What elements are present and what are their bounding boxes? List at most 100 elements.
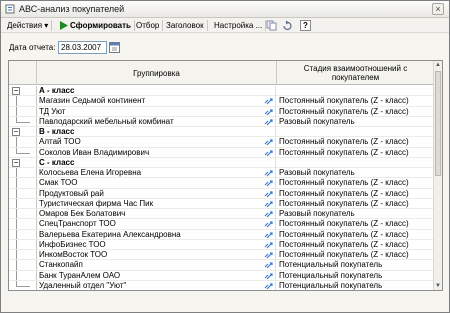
customer-name-cell: Банк ТуранАлем ОАО <box>37 270 276 281</box>
table-row[interactable]: Алтай ТОО Постоянный покупатель (Z - клас… <box>9 137 435 148</box>
customer-name-cell: Станкопайп <box>37 260 276 271</box>
stage-cell <box>277 86 435 96</box>
scroll-down-icon[interactable]: ▼ <box>434 282 442 290</box>
table-row[interactable]: Колосьева Елена Игоревна Разовый покупате… <box>9 168 435 179</box>
stage-cell: Разовый покупатель <box>279 209 355 218</box>
customer-name-cell: Павлодарский мебельный комбинат <box>37 116 276 127</box>
link-icon[interactable] <box>264 200 274 208</box>
stage-cell: Постоянный покупатель (Z - класс) <box>279 137 409 147</box>
table-row[interactable]: СпецТранспорт ТОО Постоянный покупатель (… <box>9 219 435 230</box>
column-header-stage[interactable]: Стадия взаимоотношений с покупателем <box>277 61 435 85</box>
stage-cell: Постоянный покупатель (Z - класс) <box>279 198 409 208</box>
link-icon[interactable] <box>264 220 274 228</box>
report-window: АВС-анализ покупателей × Действия ▾ Сфор… <box>0 0 450 313</box>
chevron-down-icon: ▾ <box>42 21 49 30</box>
stage-cell: Разовый покупатель <box>279 168 355 177</box>
table-row[interactable]: ТД Уют Постоянный покупатель (Z - класс) <box>9 106 435 117</box>
customer-name-cell: Алтай ТОО <box>37 137 276 148</box>
customer-name-cell: ИнкомВосток ТОО <box>37 250 276 260</box>
window-title: АВС-анализ покупателей <box>19 4 125 14</box>
link-icon[interactable] <box>264 282 274 290</box>
link-icon[interactable] <box>264 97 274 105</box>
stage-cell: Постоянный покупатель (Z - класс) <box>279 250 409 259</box>
group-name-cell: В - класс <box>37 127 276 137</box>
customer-name-cell: ИнфоБизнес ТОО <box>37 239 276 250</box>
close-button[interactable]: × <box>432 3 444 15</box>
settings-button[interactable]: Настройка ... <box>214 20 267 31</box>
stage-cell: Постоянный покупатель (Z - класс) <box>279 188 409 198</box>
link-icon[interactable] <box>264 118 274 126</box>
link-icon[interactable] <box>264 169 274 177</box>
link-icon[interactable] <box>264 108 274 116</box>
link-icon[interactable] <box>264 251 274 259</box>
table-row[interactable]: Удаленный отдел "Уют" Потенциальный покуп… <box>9 280 435 290</box>
link-icon[interactable] <box>264 179 274 187</box>
scroll-up-icon[interactable]: ▲ <box>434 61 442 69</box>
link-icon[interactable] <box>264 210 274 218</box>
vertical-scrollbar[interactable]: ▲ ▼ <box>433 61 442 290</box>
link-icon[interactable] <box>264 231 274 239</box>
customer-name-cell: Колосьева Елена Игоревна <box>37 168 276 178</box>
play-arrow-icon[interactable] <box>58 20 69 31</box>
customer-name-cell: ТД Уют <box>37 106 276 117</box>
report-date-input[interactable]: 28.03.2007 <box>58 41 107 54</box>
customer-name-cell: Смак ТОО <box>37 178 276 189</box>
table-row[interactable]: Валерьева Екатерина Александровна Постоян… <box>9 229 435 240</box>
selection-button[interactable]: Отбор <box>136 20 164 31</box>
link-icon[interactable] <box>264 261 274 269</box>
table-row[interactable]: Омаров Бек Болатович Разовый покупатель <box>9 209 435 220</box>
customer-name-cell: Омаров Бек Болатович <box>37 209 276 219</box>
header-button[interactable]: Заголовок <box>166 20 208 31</box>
table-row[interactable]: Соколов Иван Владимирович Постоянный поку… <box>9 147 435 158</box>
stage-cell: Постоянный покупатель (Z - класс) <box>279 219 409 229</box>
stage-cell: Потенциальный покупатель <box>279 280 383 290</box>
table-row[interactable]: Станкопайп Потенциальный покупатель <box>9 260 435 271</box>
column-header-grouping[interactable]: Группировка <box>37 61 277 85</box>
stage-cell: Постоянный покупатель (Z - класс) <box>279 178 409 188</box>
report-table[interactable]: Группировка Стадия взаимоотношений с пок… <box>8 60 443 291</box>
group-row[interactable]: А - класс <box>9 86 435 97</box>
refresh-icon[interactable] <box>282 20 293 31</box>
table-row[interactable]: ИнкомВосток ТОО Постоянный покупатель (Z … <box>9 250 435 261</box>
title-bar: АВС-анализ покупателей × <box>1 1 449 18</box>
report-date-label: Дата отчета: <box>9 43 56 52</box>
stage-cell: Постоянный покупатель (Z - класс) <box>279 147 409 157</box>
customer-name-cell: Удаленный отдел "Уют" <box>37 280 276 290</box>
stage-cell: Постоянный покупатель (Z - класс) <box>279 239 409 249</box>
table-row[interactable]: Туристическая фирма Час Пик Постоянный по… <box>9 198 435 209</box>
table-row[interactable]: ИнфоБизнес ТОО Постоянный покупатель (Z -… <box>9 239 435 250</box>
table-row[interactable]: Банк ТуранАлем ОАО Потенциальный покупате… <box>9 270 435 281</box>
stage-cell: Разовый покупатель <box>279 116 355 126</box>
table-row[interactable]: Смак ТОО Постоянный покупатель (Z - класс… <box>9 178 435 189</box>
toolbar: Действия ▾ Сформировать Отбор Заголовок … <box>1 18 449 33</box>
table-rows: А - класс Магазин Седьмой континент Постоя… <box>9 86 435 290</box>
group-row[interactable]: С - класс <box>9 157 435 168</box>
link-icon[interactable] <box>264 149 274 157</box>
calendar-icon[interactable] <box>109 41 120 54</box>
tree-header-cell <box>9 61 37 85</box>
table-row[interactable]: Магазин Седьмой континент Постоянный поку… <box>9 96 435 107</box>
scroll-thumb[interactable] <box>435 71 441 176</box>
group-row[interactable]: В - класс <box>9 127 435 138</box>
stage-cell: Потенциальный покупатель <box>279 270 383 280</box>
link-icon[interactable] <box>264 190 274 198</box>
customer-name-cell: Соколов Иван Владимирович <box>37 147 276 158</box>
link-icon[interactable] <box>264 138 274 146</box>
actions-menu[interactable]: Действия ▾ <box>7 20 53 31</box>
link-icon[interactable] <box>264 272 274 280</box>
customer-name-cell: Валерьева Екатерина Александровна <box>37 229 276 240</box>
stage-cell: Постоянный покупатель (Z - класс) <box>279 96 409 106</box>
copy-icon[interactable] <box>266 20 277 31</box>
stage-cell: Постоянный покупатель (Z - класс) <box>279 229 409 239</box>
stage-cell <box>277 127 435 137</box>
actions-label: Действия <box>7 21 43 30</box>
table-row[interactable]: Павлодарский мебельный комбинат Разовый п… <box>9 116 435 127</box>
help-button[interactable]: ? <box>300 20 311 31</box>
link-icon[interactable] <box>264 241 274 249</box>
customer-name-cell: Магазин Седьмой континент <box>37 96 276 107</box>
customer-name-cell: СпецТранспорт ТОО <box>37 219 276 230</box>
generate-button[interactable]: Сформировать <box>70 20 135 31</box>
table-row[interactable]: Продуктовый рай Постоянный покупатель (Z … <box>9 188 435 199</box>
customer-name-cell: Туристическая фирма Час Пик <box>37 198 276 209</box>
stage-cell <box>277 158 435 168</box>
